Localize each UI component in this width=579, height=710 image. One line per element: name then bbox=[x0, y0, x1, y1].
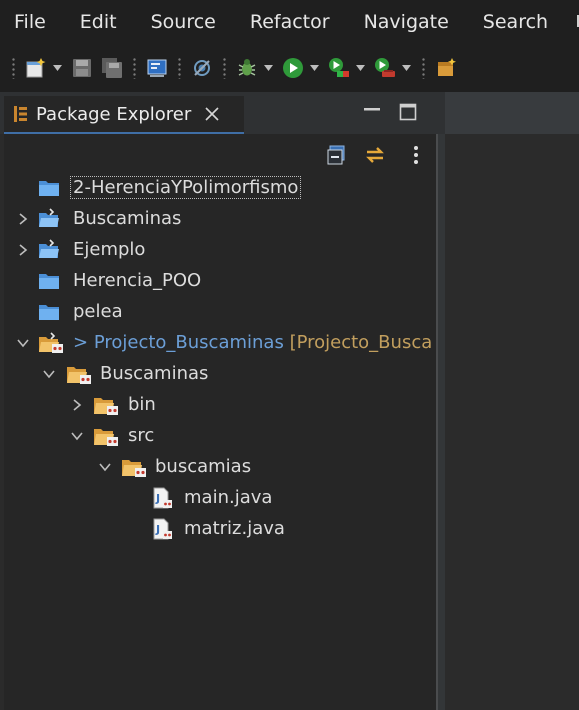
chevron-right-icon[interactable] bbox=[16, 212, 30, 226]
tree-item-label: Projecto_Buscaminas bbox=[93, 332, 284, 353]
tree-item-label: matriz.java bbox=[184, 518, 285, 539]
tree-item-buscaminas[interactable]: Buscaminas bbox=[4, 204, 436, 234]
java-project-icon bbox=[39, 239, 59, 258]
external-tools-dropdown-icon[interactable] bbox=[400, 55, 412, 81]
tree-item-label: Buscaminas bbox=[100, 363, 209, 384]
chevron-down-icon[interactable] bbox=[16, 336, 30, 350]
toolbar-separator bbox=[178, 57, 181, 79]
folder-icon bbox=[39, 274, 59, 289]
toolbar-grip bbox=[12, 57, 15, 79]
tree-item-herencia-poo[interactable]: Herencia_POO bbox=[4, 266, 436, 296]
new-dropdown-icon[interactable] bbox=[51, 55, 63, 81]
toolbar-separator bbox=[223, 57, 226, 79]
new-wizard-icon[interactable] bbox=[23, 55, 49, 81]
tree-item-ejemplo[interactable]: Ejemplo bbox=[4, 235, 436, 265]
tree-item-label: 2-HerenciaYPolimorfismo bbox=[70, 176, 302, 199]
coverage-icon[interactable] bbox=[326, 55, 352, 81]
save-icon[interactable] bbox=[69, 55, 95, 81]
link-with-editor-icon[interactable] bbox=[364, 144, 386, 166]
tree-item-bin[interactable]: bin bbox=[4, 390, 436, 420]
svg-text:J: J bbox=[155, 492, 160, 505]
tab-package-explorer[interactable]: Package Explorer bbox=[4, 96, 244, 134]
chevron-right-icon[interactable] bbox=[70, 398, 84, 412]
package-explorer-icon bbox=[14, 106, 27, 122]
main-toolbar bbox=[0, 44, 579, 92]
tree-item-buscaminas-folder[interactable]: Buscaminas bbox=[4, 359, 436, 389]
menu-refactor[interactable]: Refactor bbox=[233, 0, 347, 44]
sash-line bbox=[436, 134, 438, 710]
menu-file[interactable]: File bbox=[0, 0, 63, 44]
view-tab-bar: Package Explorer bbox=[0, 92, 445, 134]
tree-item-label: src bbox=[128, 425, 155, 446]
tree-item-buscamias[interactable]: buscamias bbox=[4, 452, 436, 482]
tree-item-2-herenciaypolimorfismo[interactable]: 2-HerenciaYPolimorfismo bbox=[4, 173, 436, 203]
view-toolbar bbox=[4, 134, 436, 174]
menu-bar: File Edit Source Refactor Navigate Searc… bbox=[0, 0, 579, 44]
toolbar-separator bbox=[133, 57, 136, 79]
debug-dropdown-icon[interactable] bbox=[262, 55, 274, 81]
menu-navigate[interactable]: Navigate bbox=[347, 0, 466, 44]
collapse-all-icon[interactable] bbox=[326, 144, 348, 166]
git-project-icon bbox=[39, 332, 63, 353]
git-dirty-marker: > bbox=[73, 332, 94, 353]
maximize-icon[interactable] bbox=[398, 102, 418, 122]
git-folder-icon bbox=[122, 460, 146, 477]
close-icon[interactable] bbox=[203, 105, 221, 123]
folder-icon bbox=[39, 305, 59, 320]
menu-source[interactable]: Source bbox=[134, 0, 233, 44]
git-folder-icon bbox=[94, 398, 118, 415]
chevron-right-icon[interactable] bbox=[16, 243, 30, 257]
skip-breakpoints-icon[interactable] bbox=[189, 55, 215, 81]
tree-item-label: Buscaminas bbox=[73, 208, 182, 229]
chevron-down-icon[interactable] bbox=[42, 367, 56, 381]
repo-label: [Projecto_Busca bbox=[289, 332, 433, 353]
external-tools-icon[interactable] bbox=[372, 55, 398, 81]
folder-icon bbox=[39, 181, 59, 196]
editor-area bbox=[445, 134, 579, 710]
open-console-icon[interactable] bbox=[144, 55, 170, 81]
tab-label: Package Explorer bbox=[36, 103, 192, 125]
new-java-project-icon[interactable] bbox=[433, 55, 459, 81]
git-folder-icon bbox=[94, 429, 118, 446]
run-dropdown-icon[interactable] bbox=[308, 55, 320, 81]
java-file-icon: J bbox=[153, 518, 172, 540]
tree-item-projecto-buscaminas[interactable]: > Projecto_Buscaminas [Projecto_Busca bbox=[4, 328, 436, 358]
toolbar-separator bbox=[422, 57, 425, 79]
tree-item-label: pelea bbox=[73, 301, 123, 322]
chevron-down-icon[interactable] bbox=[98, 460, 112, 474]
git-folder-icon bbox=[67, 367, 91, 384]
svg-text:J: J bbox=[155, 523, 160, 536]
package-explorer-view: 2-HerenciaYPolimorfismo Buscaminas Ejemp… bbox=[4, 134, 436, 710]
minimize-icon[interactable] bbox=[362, 102, 382, 122]
tree-item-main-java[interactable]: J main.java bbox=[4, 483, 436, 513]
debug-icon[interactable] bbox=[234, 55, 260, 81]
tree-item-pelea[interactable]: pelea bbox=[4, 297, 436, 327]
tree-item-label: Ejemplo bbox=[73, 239, 146, 260]
chevron-down-icon[interactable] bbox=[70, 429, 84, 443]
menu-search[interactable]: Search bbox=[466, 0, 565, 44]
view-menu-icon[interactable] bbox=[405, 144, 427, 166]
tree-item-label: buscamias bbox=[155, 456, 252, 477]
tree-item-matriz-java[interactable]: J matriz.java bbox=[4, 514, 436, 544]
tree-item-label: bin bbox=[128, 394, 156, 415]
editor-tab-area bbox=[445, 92, 579, 134]
tree-item-label: main.java bbox=[184, 487, 273, 508]
coverage-dropdown-icon[interactable] bbox=[354, 55, 366, 81]
tree-item-src[interactable]: src bbox=[4, 421, 436, 451]
menu-edit[interactable]: Edit bbox=[63, 0, 134, 44]
tree-item-label: Herencia_POO bbox=[73, 270, 202, 291]
save-all-icon[interactable] bbox=[99, 55, 125, 81]
java-project-icon bbox=[39, 208, 59, 227]
java-file-icon: J bbox=[153, 487, 172, 509]
run-icon[interactable] bbox=[280, 55, 306, 81]
